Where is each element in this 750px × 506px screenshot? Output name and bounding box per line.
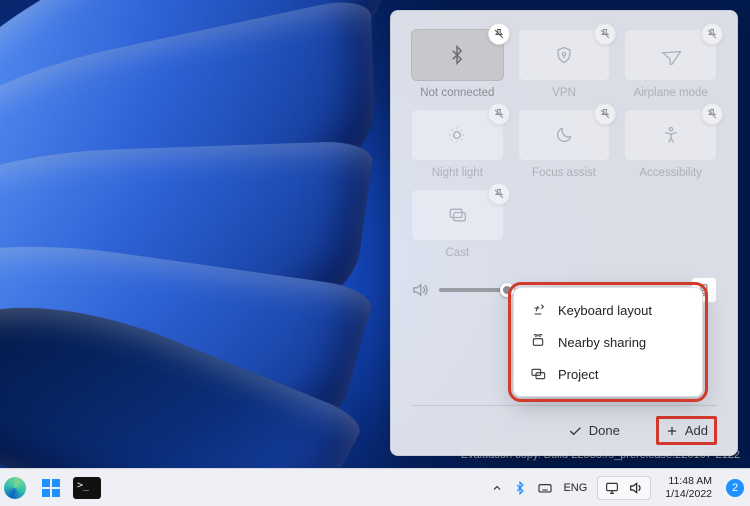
add-menu: Keyboard layout Nearby sharing Project bbox=[513, 287, 703, 397]
tile-cast: Cast bbox=[411, 189, 504, 259]
tile-nightlight-label: Night light bbox=[411, 167, 504, 179]
windows-logo-icon bbox=[42, 479, 60, 497]
keyboard-icon bbox=[537, 480, 553, 496]
unpin-icon bbox=[493, 188, 505, 200]
project-icon bbox=[530, 366, 546, 382]
tile-vpn-label: VPN bbox=[518, 87, 611, 99]
network-icon bbox=[604, 480, 620, 496]
menu-item-label: Keyboard layout bbox=[558, 303, 652, 318]
done-button[interactable]: Done bbox=[561, 416, 626, 445]
bluetooth-icon bbox=[447, 45, 467, 65]
tile-cast-unpin[interactable] bbox=[488, 183, 510, 205]
tray-ime[interactable] bbox=[537, 480, 553, 496]
accessibility-icon bbox=[661, 125, 681, 145]
tile-nightlight-unpin[interactable] bbox=[488, 103, 510, 125]
tile-cast-label: Cast bbox=[411, 247, 504, 259]
taskbar-edge[interactable] bbox=[0, 473, 30, 503]
tile-airplane-unpin[interactable] bbox=[701, 23, 723, 45]
speaker-icon bbox=[628, 480, 644, 496]
nightlight-icon bbox=[447, 125, 467, 145]
edge-icon bbox=[4, 477, 26, 499]
unpin-icon bbox=[493, 28, 505, 40]
quick-settings-panel: Not connected VPN Airplane mode bbox=[390, 10, 738, 456]
quick-settings-tiles: Not connected VPN Airplane mode bbox=[411, 29, 717, 259]
done-label: Done bbox=[589, 423, 620, 438]
tile-accessibility: Accessibility bbox=[624, 109, 717, 179]
airplane-icon bbox=[661, 45, 681, 65]
taskbar-clock[interactable]: 11:48 AM 1/14/2022 bbox=[665, 475, 712, 499]
tile-bluetooth: Not connected bbox=[411, 29, 504, 99]
unpin-icon bbox=[493, 108, 505, 120]
tray-bluetooth[interactable] bbox=[513, 481, 527, 495]
add-label: Add bbox=[685, 423, 708, 438]
unpin-icon bbox=[706, 108, 718, 120]
taskbar-terminal[interactable] bbox=[72, 473, 102, 503]
tray-overflow[interactable] bbox=[491, 482, 503, 494]
cast-icon bbox=[447, 205, 467, 225]
tile-focusassist-unpin[interactable] bbox=[594, 103, 616, 125]
tile-airplane-label: Airplane mode bbox=[624, 87, 717, 99]
tile-vpn-unpin[interactable] bbox=[594, 23, 616, 45]
chevron-up-icon bbox=[491, 482, 503, 494]
focus-assist-moon-icon bbox=[554, 125, 574, 145]
tile-accessibility-unpin[interactable] bbox=[701, 103, 723, 125]
nearby-sharing-icon bbox=[530, 334, 546, 350]
panel-footer: Done Add bbox=[411, 405, 717, 445]
tile-bluetooth-unpin[interactable] bbox=[488, 23, 510, 45]
taskbar-left bbox=[6, 473, 102, 503]
menu-item-keyboard-layout[interactable]: Keyboard layout bbox=[514, 294, 702, 326]
terminal-icon bbox=[73, 477, 101, 499]
unpin-icon bbox=[599, 28, 611, 40]
bluetooth-icon bbox=[513, 481, 527, 495]
tile-airplane: Airplane mode bbox=[624, 29, 717, 99]
tile-accessibility-label: Accessibility bbox=[624, 167, 717, 179]
menu-item-nearby-sharing[interactable]: Nearby sharing bbox=[514, 326, 702, 358]
tile-focusassist: Focus assist bbox=[518, 109, 611, 179]
tile-bluetooth-label: Not connected bbox=[411, 87, 504, 99]
tile-focusassist-label: Focus assist bbox=[518, 167, 611, 179]
taskbar-right: ENG 11:48 AM 1/14/2022 2 bbox=[491, 475, 744, 499]
taskbar-start[interactable] bbox=[36, 473, 66, 503]
clock-time: 11:48 AM bbox=[665, 475, 712, 487]
menu-item-label: Nearby sharing bbox=[558, 335, 646, 350]
unpin-icon bbox=[599, 108, 611, 120]
plus-icon bbox=[665, 424, 679, 438]
tile-nightlight: Night light bbox=[411, 109, 504, 179]
taskbar: ENG 11:48 AM 1/14/2022 2 bbox=[0, 468, 750, 506]
unpin-icon bbox=[706, 28, 718, 40]
menu-item-label: Project bbox=[558, 367, 598, 382]
check-icon bbox=[567, 423, 583, 439]
system-tray[interactable] bbox=[597, 476, 651, 500]
keyboard-layout-icon bbox=[530, 302, 546, 318]
tile-vpn: VPN bbox=[518, 29, 611, 99]
speaker-icon bbox=[411, 281, 429, 299]
add-button[interactable]: Add bbox=[656, 416, 717, 445]
menu-item-project[interactable]: Project bbox=[514, 358, 702, 390]
notification-badge[interactable]: 2 bbox=[726, 479, 744, 497]
language-indicator[interactable]: ENG bbox=[563, 482, 587, 494]
clock-date: 1/14/2022 bbox=[665, 488, 712, 500]
vpn-shield-icon bbox=[554, 45, 574, 65]
